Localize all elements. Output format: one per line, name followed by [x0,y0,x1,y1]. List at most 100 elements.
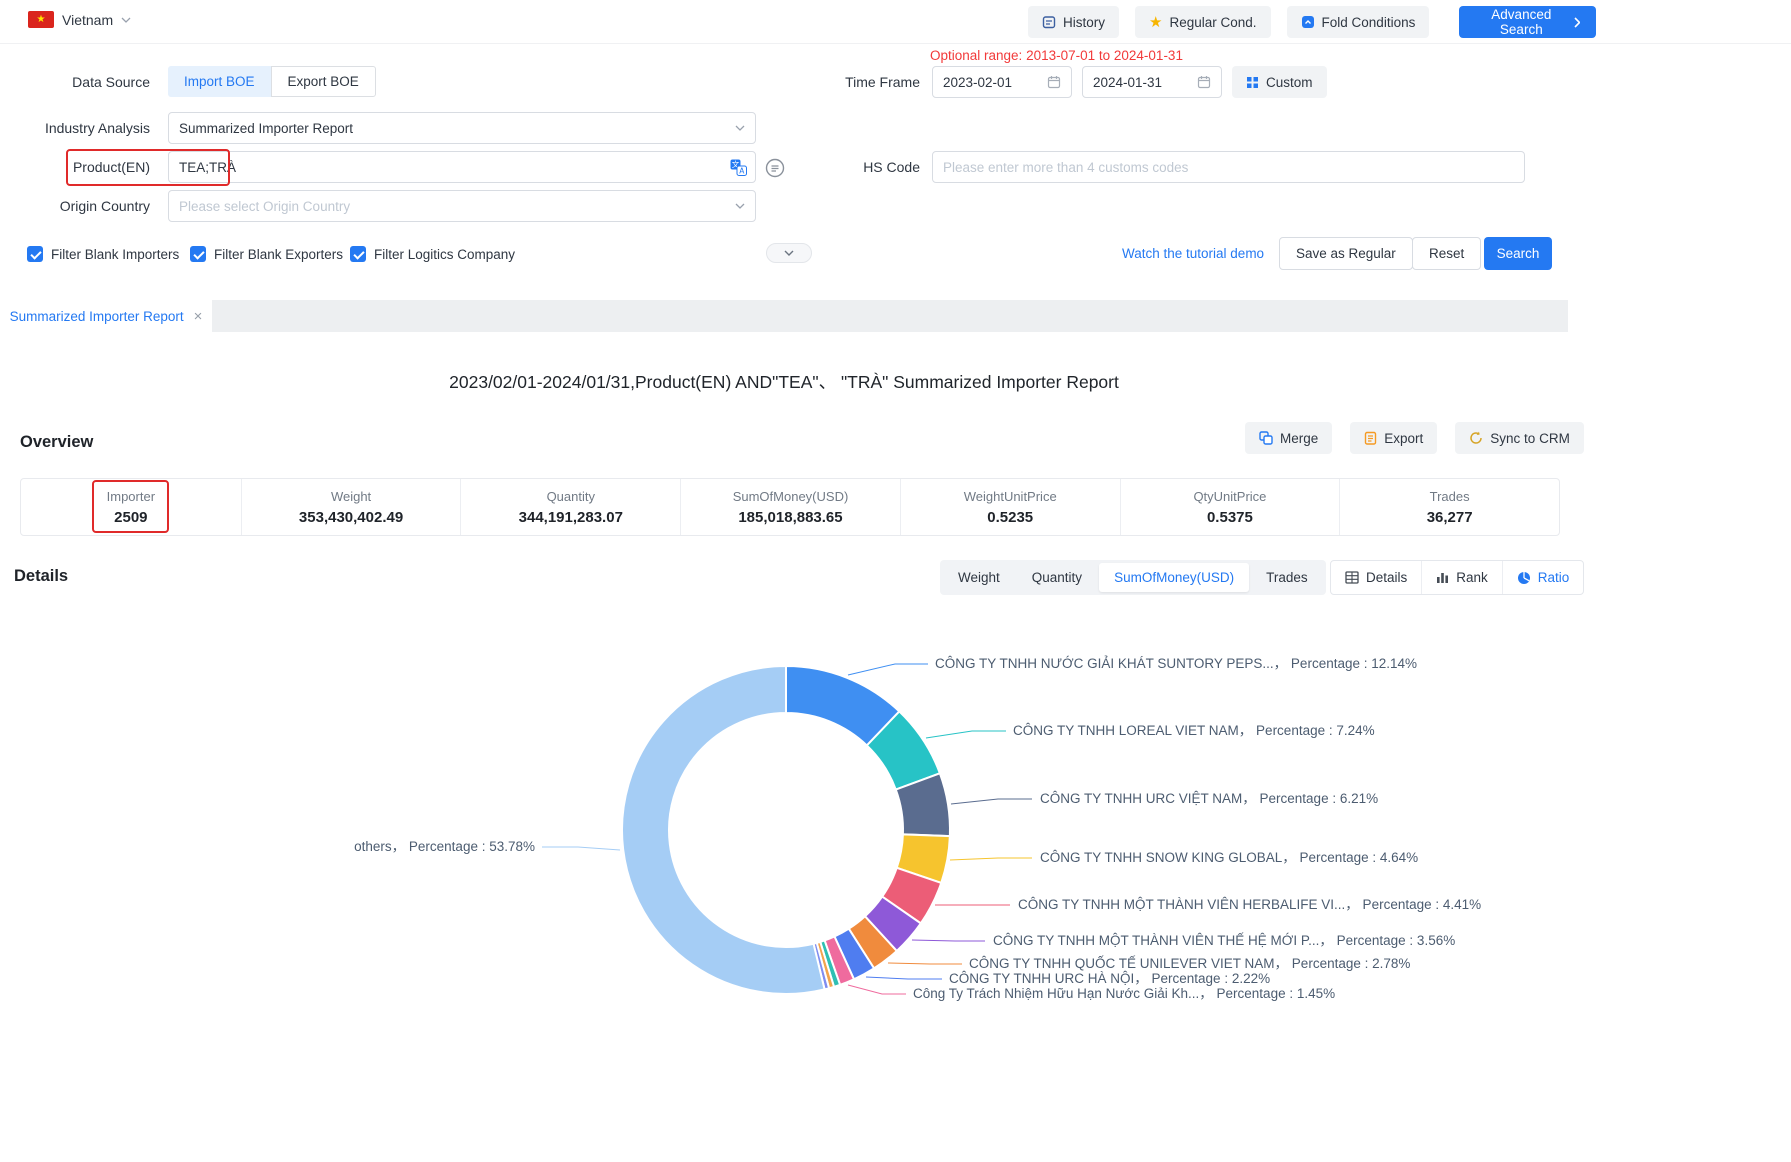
chart-label: CÔNG TY TNHH URC HÀ NỘI， Percentage : 2.… [949,971,1270,986]
export-file-icon [1364,431,1377,445]
view-tab-rank[interactable]: Rank [1421,561,1502,594]
overview-actions: Merge Export Sync to CRM [1245,422,1584,454]
chart-label: others， Percentage : 53.78% [354,839,535,854]
app-root: ★ Vietnam History ★ Regular Cond. Fold C… [0,0,1791,1162]
advanced-search-button[interactable]: Advanced Search [1459,6,1596,38]
chart-leader-line [848,664,928,675]
stat-sum-of-money: SumOfMoney(USD) 185,018,883.65 [680,479,900,535]
sync-icon [1469,431,1483,445]
chevron-down-icon [121,17,131,23]
stat-trades: Trades 36,277 [1339,479,1559,535]
regular-cond-button[interactable]: ★ Regular Cond. [1135,6,1271,38]
import-boe-tab[interactable]: Import BOE [168,66,271,97]
chart-leader-line [888,963,962,964]
top-bar: ★ Vietnam History ★ Regular Cond. Fold C… [0,0,1791,44]
sync-to-crm-button[interactable]: Sync to CRM [1455,422,1584,454]
collapse-conditions-toggle[interactable] [766,243,812,263]
fold-icon [1301,15,1315,29]
svg-text:A: A [739,166,745,175]
metric-tab-sum-of-money[interactable]: SumOfMoney(USD) [1099,563,1249,592]
report-title: 2023/02/01-2024/01/31,Product(EN) AND"TE… [0,369,1568,394]
chart-leader-line [848,985,906,994]
stat-weight: Weight 353,430,402.49 [241,479,461,535]
chevron-down-icon [735,125,745,131]
star-icon: ★ [1149,15,1162,30]
view-tab-details[interactable]: Details [1331,561,1421,594]
overview-stats-bar: Importer 2509 Weight 353,430,402.49 Quan… [20,478,1560,536]
reset-button[interactable]: Reset [1412,237,1481,270]
custom-range-button[interactable]: Custom [1232,66,1327,98]
date-from-input[interactable]: 2023-02-01 [932,66,1072,98]
chevron-down-icon [735,203,745,209]
stat-quantity: Quantity 344,191,283.07 [460,479,680,535]
origin-country-select[interactable]: Please select Origin Country [168,190,756,222]
stat-weight-unit-price: WeightUnitPrice 0.5235 [900,479,1120,535]
hs-code-input[interactable] [943,152,1514,182]
ratio-donut-chart: CÔNG TY TNHH NƯỚC GIẢI KHÁT SUNTORY PEPS… [0,620,1568,1040]
bar-chart-icon [1436,571,1449,584]
checkbox-checked-icon [27,246,43,262]
chart-label: CÔNG TY TNHH URC VIỆT NAM， Percentage : … [1040,791,1378,806]
industry-analysis-select[interactable]: Summarized Importer Report [168,112,756,144]
chart-leader-line [926,731,1006,738]
tutorial-link[interactable]: Watch the tutorial demo [1122,246,1264,261]
export-boe-tab[interactable]: Export BOE [271,66,376,97]
chart-label: CÔNG TY TNHH QUỐC TẾ UNILEVER VIET NAM， … [969,956,1410,971]
export-button[interactable]: Export [1350,422,1437,454]
chart-leader-line [951,799,1032,804]
data-source-tabs: Import BOE Export BOE [168,66,376,97]
chart-label: CÔNG TY TNHH NƯỚC GIẢI KHÁT SUNTORY PEPS… [935,656,1417,671]
stat-importer: Importer 2509 [21,479,241,535]
vietnam-flag-icon: ★ [28,11,54,28]
metric-tab-quantity[interactable]: Quantity [1017,563,1097,592]
view-tabs: Details Rank Ratio [1330,560,1584,595]
metric-tab-weight[interactable]: Weight [943,563,1015,592]
industry-analysis-label: Industry Analysis [0,112,150,144]
metric-tabs: Weight Quantity SumOfMoney(USD) Trades [940,560,1326,595]
product-field: 文A [168,151,756,183]
filter-blank-importers-checkbox[interactable]: Filter Blank Importers [27,246,179,262]
search-button[interactable]: Search [1484,237,1552,270]
checkbox-checked-icon [350,246,366,262]
chart-label: CÔNG TY TNHH MỘT THÀNH VIÊN HERBALIFE VI… [1018,897,1481,912]
report-tab[interactable]: Summarized Importer Report × [0,300,212,332]
chart-leader-line [542,847,620,850]
merge-icon [1259,431,1273,445]
optional-range-note: Optional range: 2013-07-01 to 2024-01-31 [930,48,1183,63]
calendar-icon [1197,75,1211,89]
filter-logitics-company-checkbox[interactable]: Filter Logitics Company [350,246,515,262]
top-bar-actions: History ★ Regular Cond. Fold Conditions … [1028,6,1596,38]
product-input[interactable] [179,152,730,182]
history-button[interactable]: History [1028,6,1119,38]
grid-icon [1246,76,1259,89]
stat-qty-unit-price: QtyUnitPrice 0.5375 [1120,479,1340,535]
details-heading: Details [14,567,68,586]
product-label: Product(EN) [0,151,150,183]
tab-close-icon[interactable]: × [194,309,203,324]
chevron-down-icon [784,250,794,256]
data-source-label: Data Source [0,66,150,98]
chevron-right-icon [1574,17,1580,28]
view-tab-ratio[interactable]: Ratio [1502,561,1584,594]
pie-chart-icon [1517,571,1531,585]
fold-conditions-button[interactable]: Fold Conditions [1287,6,1430,38]
hs-code-label: HS Code [760,151,920,183]
country-name: Vietnam [62,12,113,28]
save-as-regular-button[interactable]: Save as Regular [1279,237,1413,270]
chart-label: Công Ty Trách Nhiệm Hữu Hạn Nước Giải Kh… [913,986,1335,1001]
chart-slice[interactable] [622,666,825,994]
merge-button[interactable]: Merge [1245,422,1332,454]
filter-blank-exporters-checkbox[interactable]: Filter Blank Exporters [190,246,343,262]
result-tab-strip: Summarized Importer Report × [0,300,1568,332]
overview-heading: Overview [20,433,93,452]
hs-code-field [932,151,1525,183]
country-selector[interactable]: ★ Vietnam [28,11,131,28]
history-icon [1042,15,1056,29]
calendar-icon [1047,75,1061,89]
metric-tab-trades[interactable]: Trades [1251,563,1323,592]
chart-leader-line [866,977,942,979]
chart-leader-line [912,940,985,941]
date-to-input[interactable]: 2024-01-31 [1082,66,1222,98]
time-frame-label: Time Frame [760,66,920,98]
chart-label: CÔNG TY TNHH SNOW KING GLOBAL， Percentag… [1040,850,1418,865]
